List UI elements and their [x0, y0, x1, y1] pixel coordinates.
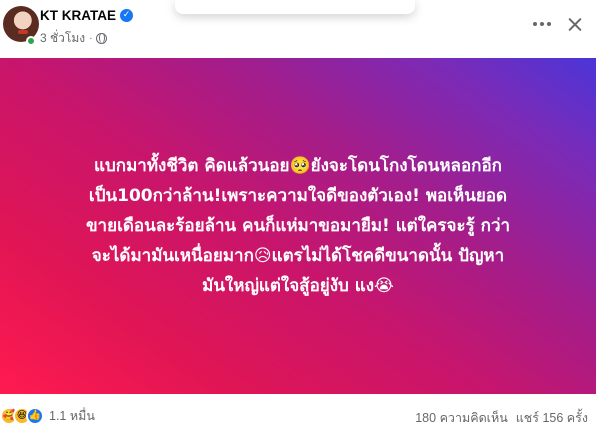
post-meta: 3 ชั่วโมง · — [40, 29, 108, 48]
post-footer: 🥰 😆 👍 1.1 หมื่น 180 ความคิดเห็น แชร์ 156… — [0, 400, 596, 433]
comments-count-link[interactable]: 180 ความคิดเห็น — [415, 408, 508, 428]
author-name[interactable]: KT KRATAE — [40, 8, 116, 23]
shares-count-link[interactable]: แชร์ 156 ครั้ง — [516, 408, 588, 428]
post-header: KT KRATAE ✓ 3 ชั่วโมง · — [0, 0, 596, 58]
globe-icon[interactable] — [96, 33, 108, 44]
facebook-post: KT KRATAE ✓ 3 ชั่วโมง · แบกมาทั้งชีวิต ค… — [0, 0, 596, 433]
author-row: KT KRATAE ✓ — [40, 8, 133, 23]
online-status-dot — [26, 36, 36, 46]
meta-separator: · — [89, 33, 93, 44]
post-stats: 180 ความคิดเห็น แชร์ 156 ครั้ง — [415, 408, 588, 428]
reaction-count[interactable]: 1.1 หมื่น — [49, 406, 95, 426]
like-icon: 👍 — [26, 407, 44, 425]
close-icon[interactable] — [564, 14, 586, 36]
post-background-card: แบกมาทั้งชีวิต คิดแล้วนอย🥺ยังจะโดนโกงโดน… — [0, 58, 596, 394]
avatar-image-detail — [18, 30, 28, 34]
more-dot-icon — [533, 22, 537, 26]
more-dot-icon — [540, 22, 544, 26]
more-dot-icon — [547, 22, 551, 26]
reactions-summary[interactable]: 🥰 😆 👍 1.1 หมื่น — [0, 406, 95, 426]
more-options-button[interactable] — [530, 12, 554, 36]
post-text: แบกมาทั้งชีวิต คิดแล้วนอย🥺ยังจะโดนโกงโดน… — [85, 156, 511, 296]
verified-badge-icon: ✓ — [120, 9, 133, 22]
post-time[interactable]: 3 ชั่วโมง — [40, 29, 85, 48]
